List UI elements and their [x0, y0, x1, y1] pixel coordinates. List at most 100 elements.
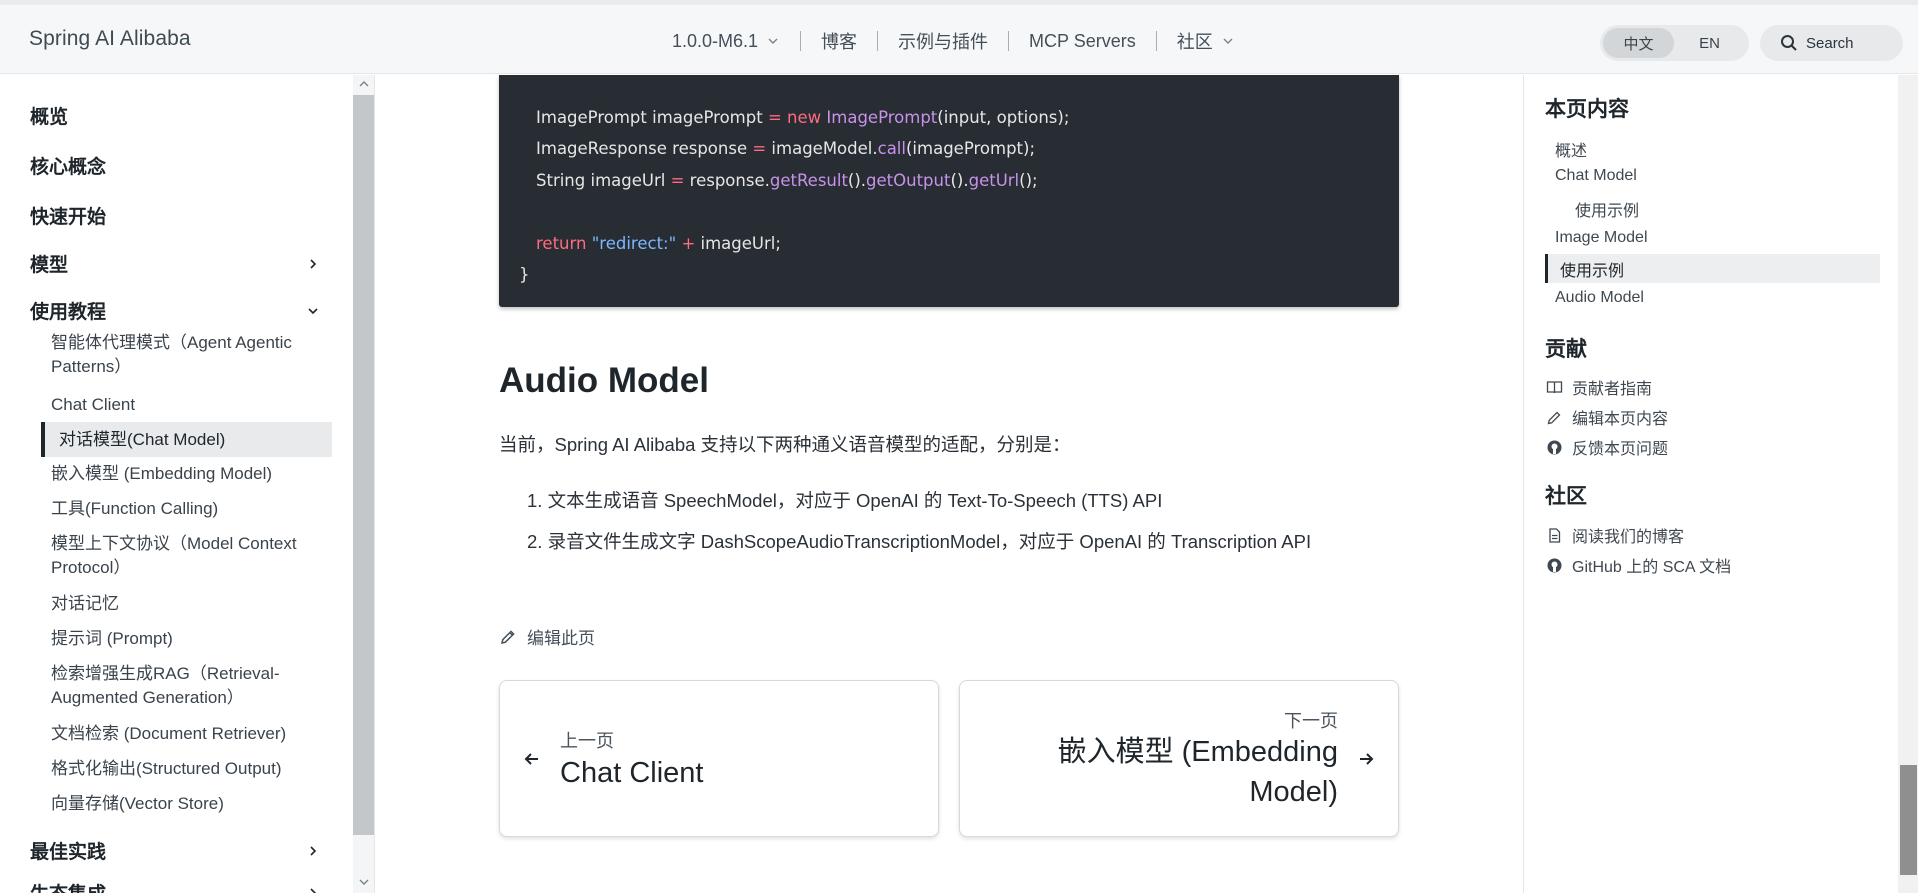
top-header: Spring AI Alibaba 1.0.0-M6.1 博客 示例与插件 MC… — [0, 0, 1918, 74]
nav-mcp-label: MCP Servers — [1029, 30, 1136, 51]
github-icon — [1547, 440, 1562, 454]
language-switcher: 中文 EN — [1600, 25, 1749, 61]
next-page-label: 下一页 — [1284, 711, 1338, 731]
toc-item-chat-model[interactable]: Chat Model — [1555, 167, 1637, 185]
sidebar-section-core-concepts[interactable]: 核心概念 — [30, 152, 320, 179]
book-icon — [1546, 380, 1563, 393]
document-icon — [1549, 527, 1561, 543]
edit-page-content-link[interactable]: 编辑本页内容 — [1546, 405, 1668, 429]
code-line: return "redirect:" + imageUrl; — [536, 234, 781, 253]
sidebar-item-chat-model[interactable]: 对话模型(Chat Model) — [41, 422, 332, 457]
next-page-title-line: 嵌入模型 (Embedding — [1057, 736, 1338, 768]
sidebar-item-agentic-patterns[interactable]: 智能体代理模式（Agent Agentic Patterns） — [51, 331, 321, 379]
next-page-card[interactable]: 下一页 嵌入模型 (Embedding Model) — [959, 680, 1399, 837]
sidebar-item-rag[interactable]: 检索增强生成RAG（Retrieval-Augmented Generation… — [51, 662, 321, 710]
contributor-guide-link[interactable]: 贡献者指南 — [1546, 375, 1652, 399]
sidebar-item-embedding-model[interactable]: 嵌入模型 (Embedding Model) — [51, 462, 321, 486]
chevron-right-icon — [310, 887, 317, 893]
sidebar-section-label: 核心概念 — [30, 157, 107, 178]
sidebar-section-ecosystem[interactable]: 生态集成 — [30, 879, 320, 893]
toc-item-image-model[interactable]: Image Model — [1555, 229, 1648, 247]
scroll-up-icon[interactable] — [357, 77, 371, 91]
sidebar-item-structured-output[interactable]: 格式化输出(Structured Output) — [51, 757, 321, 781]
blog-link[interactable]: 阅读我们的博客 — [1546, 523, 1684, 547]
code-line: ImagePrompt imagePrompt = new ImagePromp… — [536, 108, 1070, 127]
toc-community-heading: 社区 — [1545, 485, 1587, 508]
toc-contrib-heading: 贡献 — [1545, 338, 1587, 361]
prev-page-title: Chat Client — [560, 757, 704, 789]
sidebar-section-label: 模型 — [30, 255, 69, 276]
sidebar-item-mcp[interactable]: 模型上下文协议（Model Context Protocol） — [51, 532, 321, 580]
report-issue-label: 反馈本页问题 — [1572, 441, 1669, 458]
table-of-contents: 本页内容 概述 Chat Model 使用示例 Image Model 使用示例… — [1523, 75, 1898, 893]
docs-sidebar: 概览 核心概念 快速开始 模型 使用教程 智能体代理模式（Agent Agent… — [0, 75, 375, 893]
nav-blog-label: 博客 — [821, 32, 858, 52]
toc-item-image-usage[interactable]: 使用示例 — [1545, 254, 1880, 283]
sidebar-section-models[interactable]: 模型 — [30, 250, 320, 277]
sidebar-section-label: 最佳实践 — [30, 842, 107, 863]
sidebar-section-label: 使用教程 — [30, 302, 107, 323]
next-page-title: 嵌入模型 (Embedding — [1058, 732, 1338, 772]
chevron-down-icon — [308, 307, 318, 314]
nav-community-label: 社区 — [1176, 32, 1213, 52]
brand-logo-text[interactable]: Spring AI Alibaba — [29, 27, 191, 51]
lang-zh-option[interactable]: 中文 — [1603, 28, 1674, 58]
chevron-right-icon — [310, 845, 317, 856]
code-line: } — [519, 265, 530, 284]
nav-examples-label: 示例与插件 — [898, 32, 989, 52]
toc-heading: 本页内容 — [1545, 98, 1629, 121]
list-item: 1. 文本生成语音 SpeechModel，对应于 OpenAI 的 Text-… — [527, 490, 1163, 511]
chevron-down-icon — [1223, 38, 1233, 44]
github-icon — [1547, 558, 1562, 572]
toc-item-audio-model[interactable]: Audio Model — [1555, 289, 1644, 307]
nav-blog[interactable]: 博客 — [800, 31, 877, 52]
nav-version[interactable]: 1.0.0-M6.1 — [672, 31, 800, 51]
sidebar-item-chat-memory[interactable]: 对话记忆 — [51, 592, 321, 616]
contributor-guide-label: 贡献者指南 — [1572, 381, 1653, 398]
nav-mcp-servers[interactable]: MCP Servers — [1008, 31, 1156, 51]
edit-page-label: 编辑此页 — [527, 629, 595, 648]
github-docs-link[interactable]: GitHub 上的 SCA 文档 — [1546, 553, 1731, 577]
code-line: ImageResponse response = imageModel.call… — [536, 139, 1036, 158]
sidebar-section-label: 概览 — [30, 107, 69, 128]
prev-page-label: 上一页 — [560, 731, 614, 751]
sidebar-section-quickstart[interactable]: 快速开始 — [30, 202, 320, 229]
prev-page-card[interactable]: 上一页 Chat Client — [499, 680, 939, 837]
top-nav: 1.0.0-M6.1 博客 示例与插件 MCP Servers 社区 — [672, 31, 1255, 52]
arrow-right-icon — [1360, 753, 1374, 765]
next-page-title-cont: Model) — [1249, 772, 1338, 812]
code-line: String imageUrl = response.getResult().g… — [536, 171, 1038, 190]
toc-item-overview[interactable]: 概述 — [1555, 137, 1587, 161]
search-label: Search — [1806, 34, 1854, 52]
nav-community[interactable]: 社区 — [1155, 31, 1255, 52]
page-scrollbar-thumb[interactable] — [1900, 765, 1917, 875]
main-content: ImagePrompt imagePrompt = new ImagePromp… — [376, 75, 1522, 893]
sidebar-section-label: 快速开始 — [30, 207, 107, 228]
nav-examples[interactable]: 示例与插件 — [877, 31, 1008, 52]
edit-page-link[interactable]: 编辑此页 — [499, 624, 595, 649]
sidebar-section-overview[interactable]: 概览 — [30, 102, 320, 129]
sidebar-item-prompt[interactable]: 提示词 (Prompt) — [51, 627, 321, 651]
edit-page-content-label: 编辑本页内容 — [1572, 411, 1669, 428]
search-button[interactable]: Search — [1760, 25, 1903, 61]
sidebar-item-vector-store[interactable]: 向量存储(Vector Store) — [51, 792, 321, 816]
section-heading: Audio Model — [499, 361, 709, 400]
github-docs-label: GitHub 上的 SCA 文档 — [1572, 559, 1732, 576]
sidebar-item-chat-client[interactable]: Chat Client — [51, 393, 321, 417]
chevron-right-icon — [310, 258, 317, 269]
sidebar-section-label: 生态集成 — [30, 879, 106, 893]
toc-item-chat-usage[interactable]: 使用示例 — [1575, 197, 1639, 221]
search-icon — [1781, 35, 1797, 51]
sidebar-item-function-calling[interactable]: 工具(Function Calling) — [51, 497, 321, 521]
sidebar-item-document-retriever[interactable]: 文档检索 (Document Retriever) — [51, 722, 321, 746]
pencil-icon — [500, 629, 515, 644]
sidebar-section-best-practices[interactable]: 最佳实践 — [30, 837, 320, 864]
sidebar-scrollbar-thumb[interactable] — [353, 95, 374, 835]
nav-version-label: 1.0.0-M6.1 — [672, 30, 759, 51]
lang-en-option[interactable]: EN — [1674, 28, 1745, 58]
sidebar-section-tutorials[interactable]: 使用教程 — [30, 297, 320, 324]
scroll-down-icon[interactable] — [357, 875, 371, 889]
code-block: ImagePrompt imagePrompt = new ImagePromp… — [499, 75, 1399, 307]
report-issue-link[interactable]: 反馈本页问题 — [1546, 435, 1668, 459]
pencil-icon — [1547, 411, 1561, 424]
